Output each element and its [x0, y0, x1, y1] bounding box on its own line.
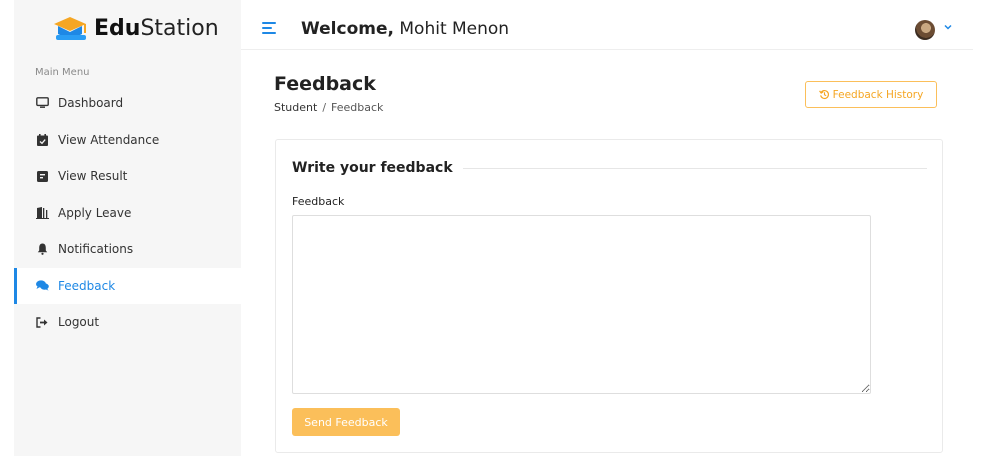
avatar[interactable] — [915, 20, 935, 40]
sidebar-item-label: Feedback — [58, 278, 116, 293]
feedback-card: Write your feedback Feedback Send Feedba… — [275, 139, 943, 453]
sidebar-item-label: Apply Leave — [58, 205, 132, 220]
top-header: Welcome, Mohit Menon — [241, 0, 973, 50]
sidebar-item-apply-leave[interactable]: Apply Leave — [14, 195, 241, 232]
welcome-label: Welcome, — [301, 19, 394, 39]
sidebar-item-label: Logout — [58, 315, 100, 330]
menu-caption: Main Menu — [35, 67, 90, 78]
monitor-icon — [36, 97, 49, 110]
history-icon — [818, 90, 829, 100]
page-title: Feedback — [274, 73, 376, 95]
chevron-down-icon[interactable] — [943, 22, 953, 32]
sign-out-icon — [36, 316, 49, 329]
sidebar-item-label: View Result — [58, 169, 128, 184]
result-icon — [36, 170, 49, 183]
door-exit-icon — [36, 206, 49, 219]
breadcrumb: Student / Feedback — [274, 101, 383, 114]
comments-icon — [36, 279, 49, 292]
sidebar-item-view-result[interactable]: View Result — [14, 158, 241, 195]
edustation-logo-icon — [54, 17, 86, 40]
section-title: Write your feedback — [292, 160, 463, 176]
sidebar-item-label: View Attendance — [58, 132, 160, 147]
sidebar-item-logout[interactable]: Logout — [14, 304, 241, 341]
sidebar-item-label: Notifications — [58, 242, 134, 257]
feedback-textarea[interactable] — [292, 215, 871, 394]
sidebar: EduStation Main Menu Dashboard View Atte… — [14, 0, 241, 456]
sidebar-item-notifications[interactable]: Notifications — [14, 231, 241, 268]
brand-name-regular: Station — [140, 16, 219, 41]
menu-toggle-icon[interactable] — [262, 22, 276, 34]
bell-icon — [36, 243, 49, 256]
sidebar-item-dashboard[interactable]: Dashboard — [14, 85, 241, 122]
feedback-field-label: Feedback — [292, 195, 345, 208]
brand-name: EduStation — [94, 16, 219, 42]
send-feedback-button[interactable]: Send Feedback — [292, 408, 400, 436]
feedback-history-button[interactable]: Feedback History — [805, 81, 937, 108]
breadcrumb-current: Feedback — [331, 101, 384, 114]
brand-name-bold: Edu — [94, 16, 141, 41]
calendar-check-icon — [36, 133, 49, 146]
sidebar-item-view-attendance[interactable]: View Attendance — [14, 122, 241, 159]
sidebar-item-label: Dashboard — [58, 96, 124, 111]
brand[interactable]: EduStation — [14, 0, 241, 58]
sidebar-item-feedback[interactable]: Feedback — [14, 267, 241, 304]
breadcrumb-student[interactable]: Student — [274, 101, 317, 114]
user-name: Mohit Menon — [399, 19, 510, 39]
breadcrumb-separator: / — [322, 101, 327, 114]
welcome-message: Welcome, Mohit Menon — [301, 19, 509, 39]
feedback-history-label: Feedback History — [832, 88, 924, 101]
sidebar-menu: Dashboard View Attendance View Result Ap… — [14, 85, 241, 341]
